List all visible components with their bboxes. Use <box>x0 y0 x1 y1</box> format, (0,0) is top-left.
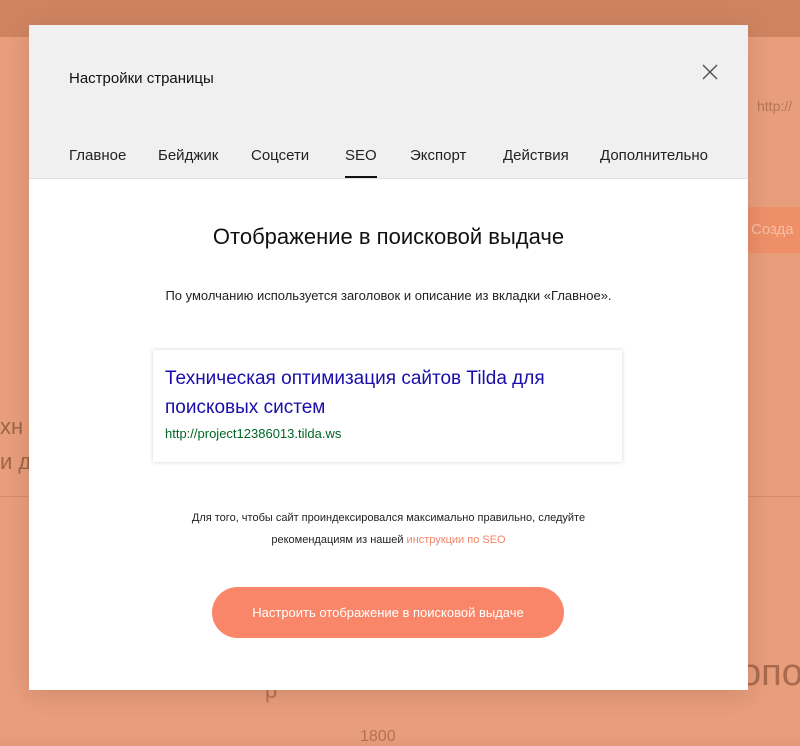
page-settings-modal: Настройки страницы Главное Бейджик Соцсе… <box>29 25 748 690</box>
configure-search-display-button[interactable]: Настроить отображение в поисковой выдаче <box>212 587 564 638</box>
background-divider-right <box>748 496 800 497</box>
tab-additional[interactable]: Дополнительно <box>600 147 708 178</box>
modal-title: Настройки страницы <box>69 70 214 87</box>
background-text-fragment: опо <box>740 652 800 694</box>
background-text-fragment: 1800 <box>360 728 396 745</box>
tab-badge[interactable]: Бейджик <box>158 147 218 178</box>
background-text-fragment: и д <box>0 449 32 474</box>
seo-instructions-link[interactable]: инструкции по SEO <box>407 534 506 546</box>
search-snippet-preview: Техническая оптимизация сайтов Tilda для… <box>153 350 622 462</box>
background-url-fragment: http:// <box>757 98 793 114</box>
seo-hint-line-2: рекомендациям из нашей инструкции по SEO <box>29 529 748 551</box>
background-text-fragment: хн <box>0 414 24 439</box>
modal-header: Настройки страницы Главное Бейджик Соцсе… <box>29 25 748 179</box>
tab-seo[interactable]: SEO <box>345 147 377 178</box>
background-divider-left <box>0 496 30 497</box>
tab-actions[interactable]: Действия <box>503 147 569 178</box>
section-title: Отображение в поисковой выдаче <box>212 224 565 249</box>
tab-social[interactable]: Соцсети <box>251 147 309 178</box>
close-button[interactable] <box>699 61 721 83</box>
snippet-title: Техническая оптимизация сайтов Tilda для… <box>165 368 545 418</box>
tab-main[interactable]: Главное <box>69 147 126 178</box>
seo-hint-line-1: Для того, чтобы сайт проиндексировался м… <box>191 512 586 524</box>
seo-hint-prefix: рекомендациям из нашей <box>271 534 407 546</box>
section-description: По умолчанию используется заголовок и оп… <box>165 288 612 303</box>
snippet-url: http://project12386013.tilda.ws <box>165 426 342 441</box>
background-create-button: Созда <box>748 207 800 253</box>
close-icon <box>702 64 718 80</box>
tab-export[interactable]: Экспорт <box>410 147 466 178</box>
seo-hint: Для того, чтобы сайт проиндексировался м… <box>29 507 748 551</box>
